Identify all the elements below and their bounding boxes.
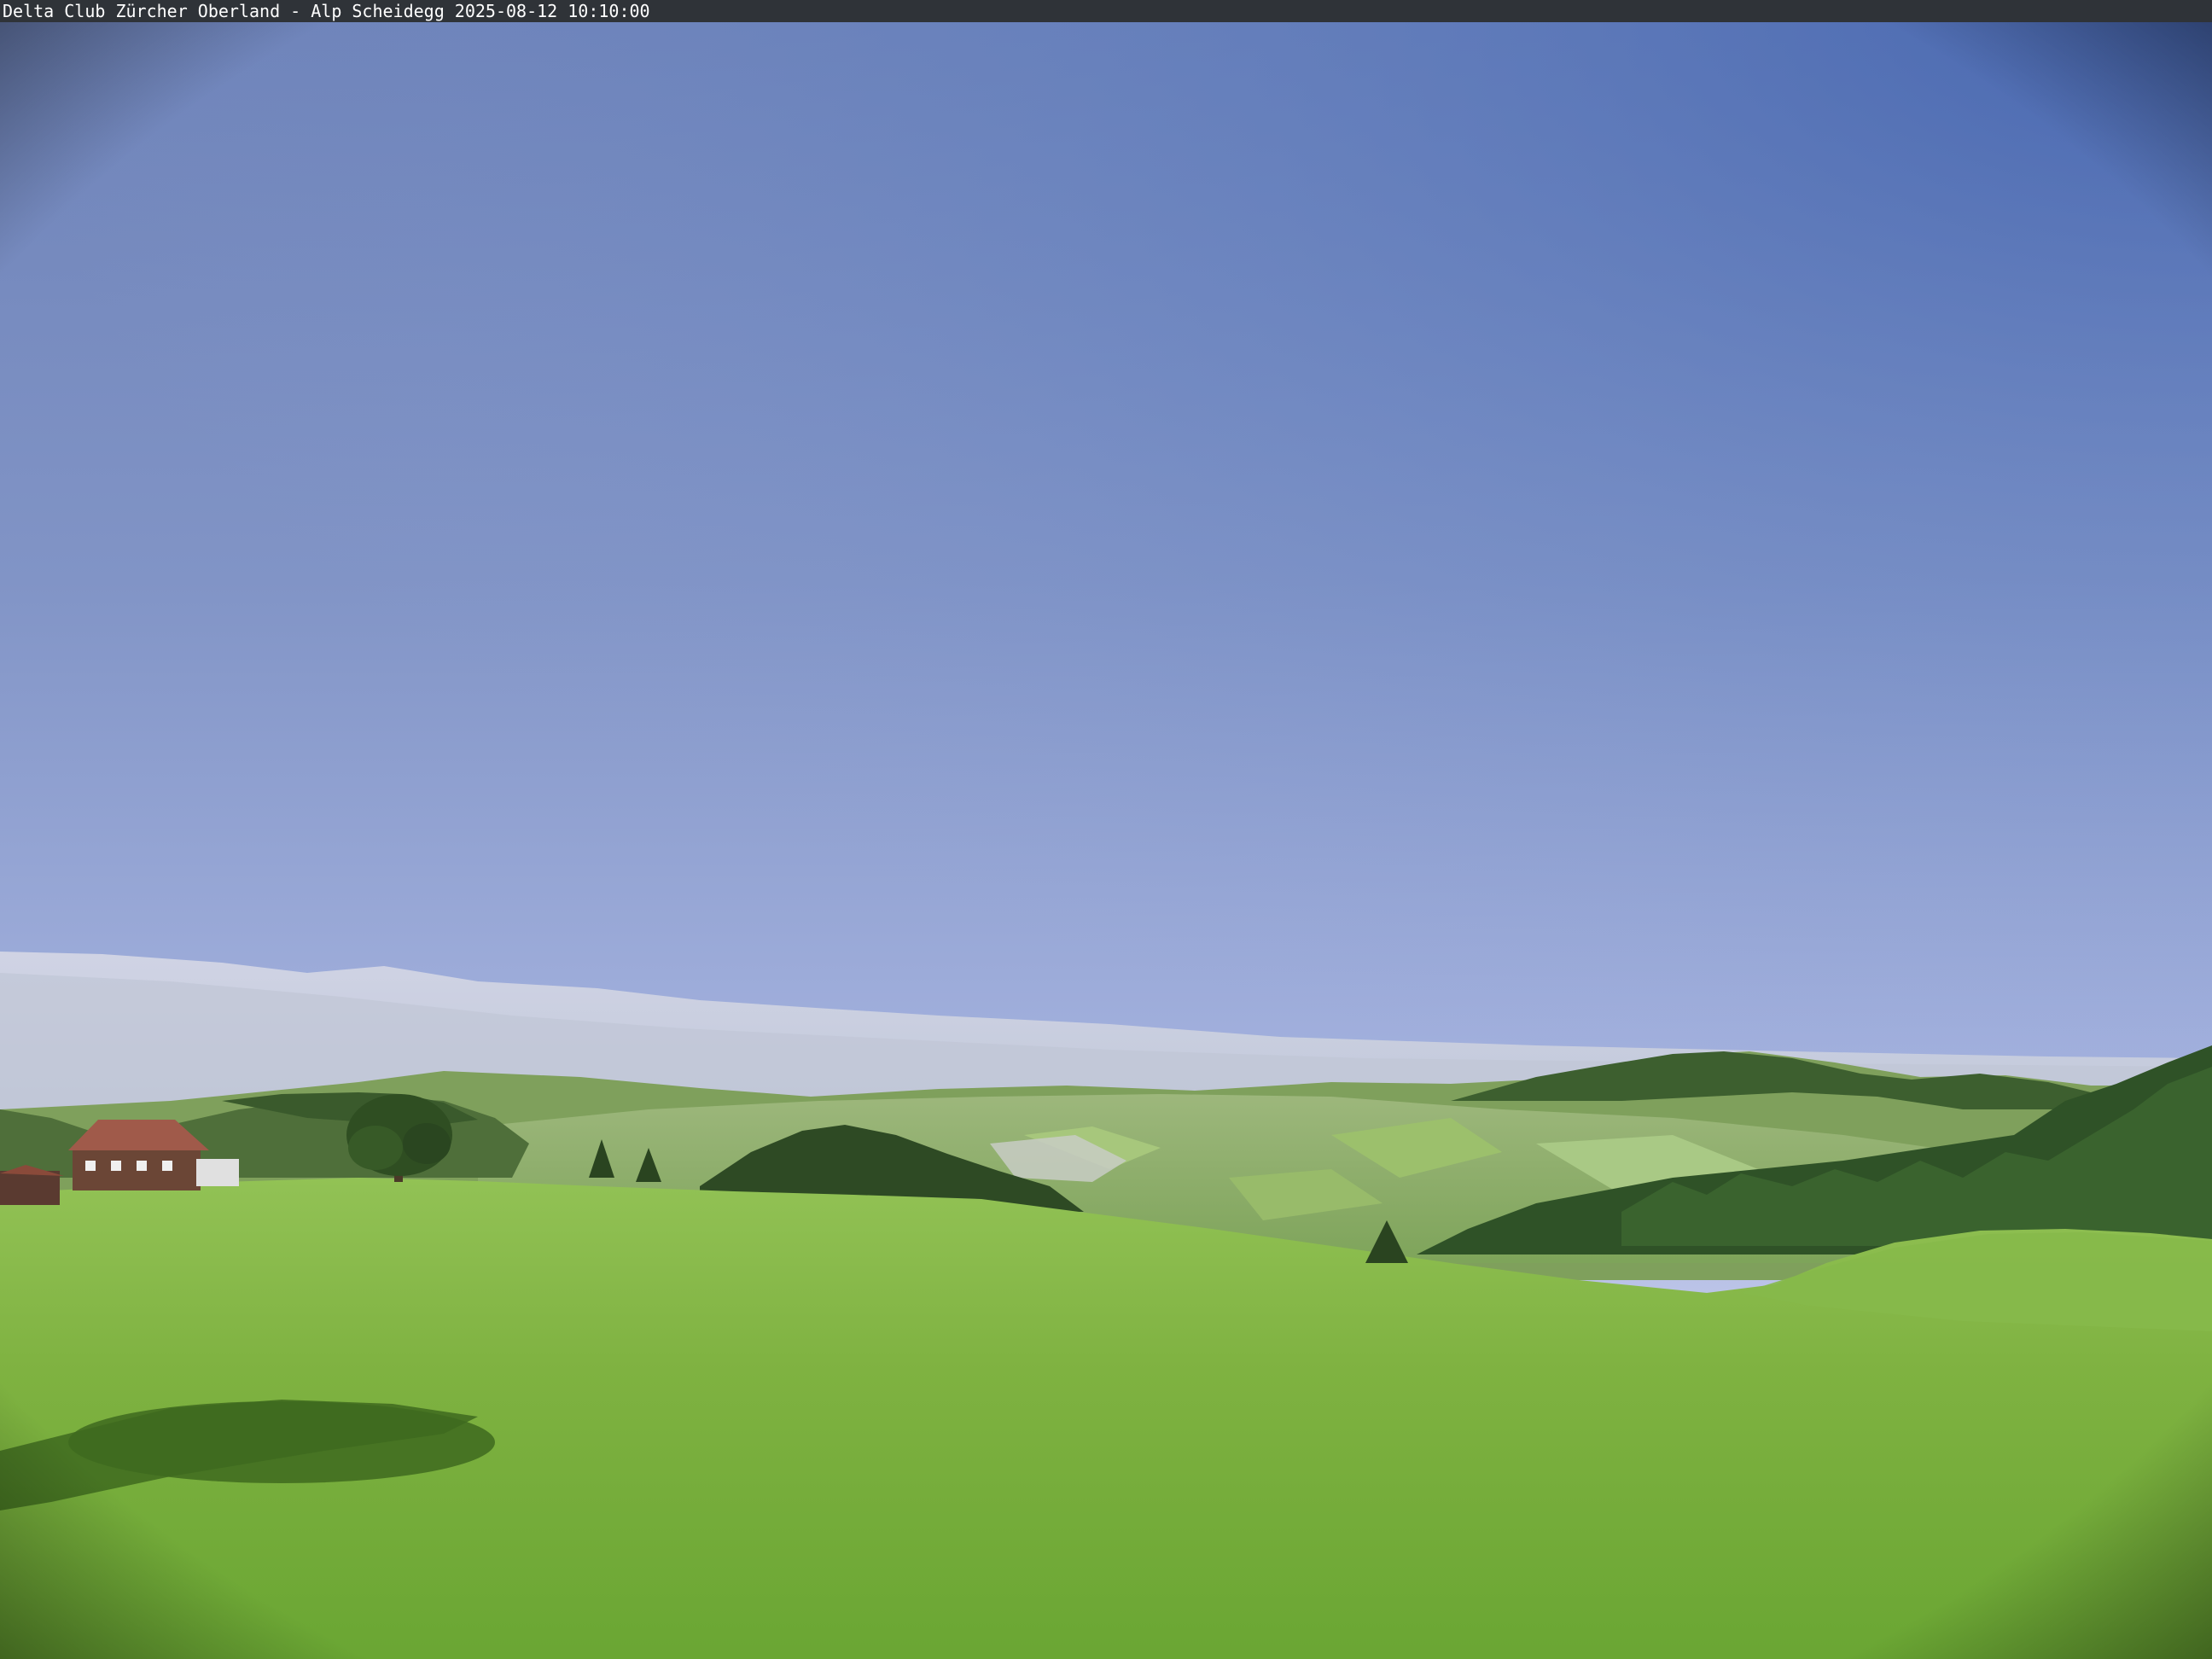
webcam-image [0, 0, 2212, 1659]
webcam-frame: Delta Club Zürcher Oberland - Alp Scheid… [0, 0, 2212, 1659]
timestamp-bar: Delta Club Zürcher Oberland - Alp Scheid… [0, 0, 2212, 22]
webcam-caption: Delta Club Zürcher Oberland - Alp Scheid… [3, 1, 650, 21]
